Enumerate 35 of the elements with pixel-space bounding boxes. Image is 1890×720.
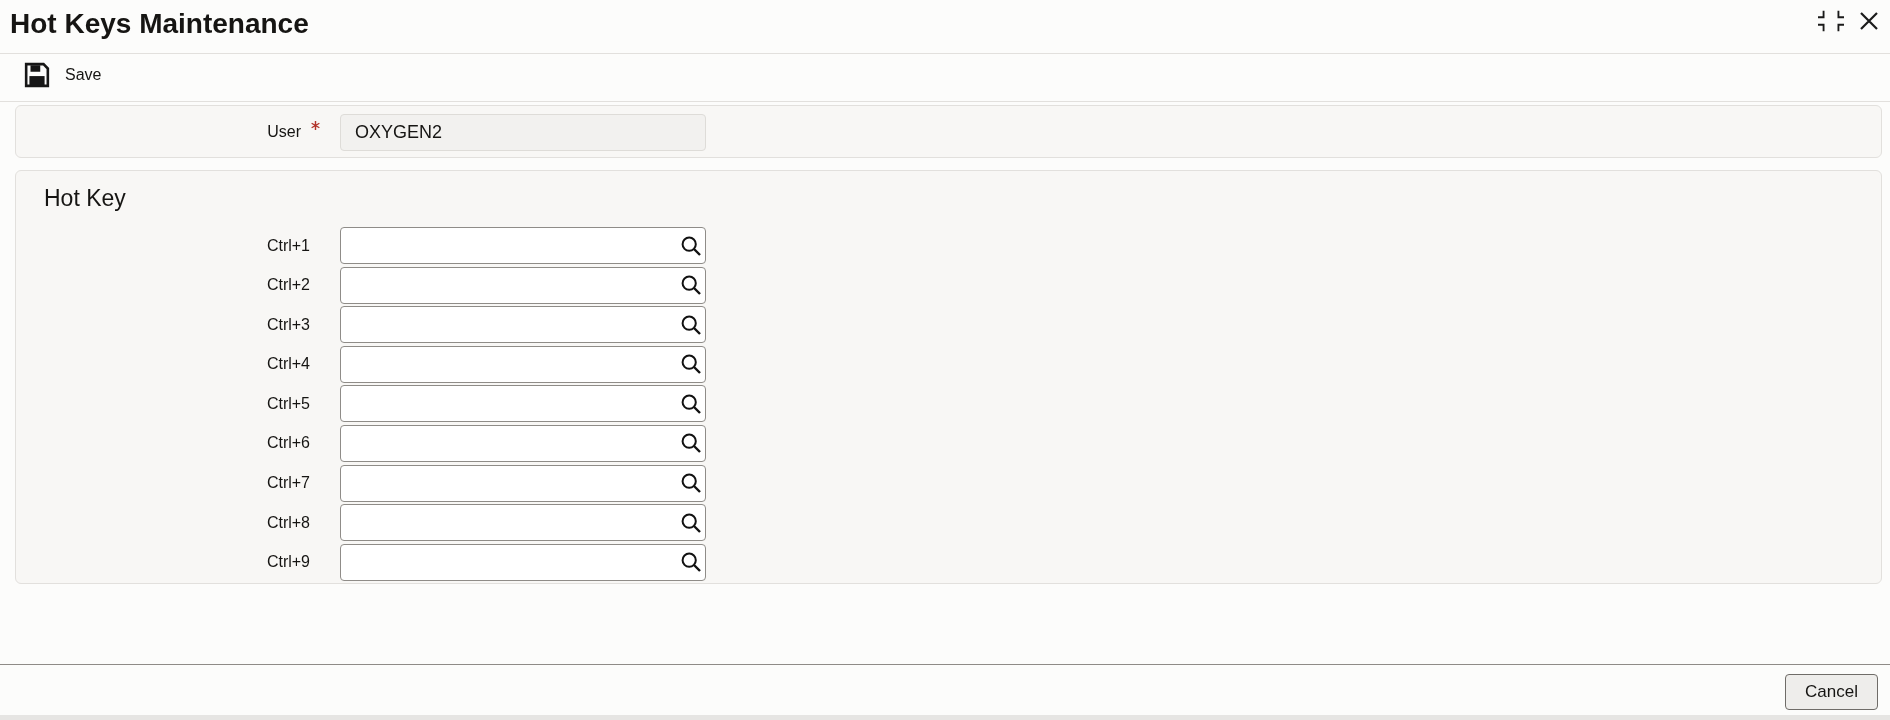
hot-key-label: Ctrl+3: [266, 315, 310, 334]
lookup-field[interactable]: [340, 464, 706, 502]
lookup-field[interactable]: [340, 345, 706, 383]
lookup-field[interactable]: [340, 424, 706, 462]
search-icon[interactable]: [681, 512, 701, 533]
user-label: User: [267, 122, 301, 141]
lookup-field[interactable]: [340, 227, 706, 264]
lookup-field[interactable]: [340, 266, 706, 304]
search-icon[interactable]: [681, 354, 701, 375]
cancel-button[interactable]: Cancel: [1785, 673, 1878, 710]
collapse-icon[interactable]: [1818, 9, 1844, 32]
search-icon[interactable]: [681, 314, 701, 335]
search-icon[interactable]: [681, 433, 701, 454]
hot-key-label: Ctrl+5: [266, 394, 310, 413]
user-field[interactable]: OXYGEN2: [340, 114, 706, 151]
search-icon[interactable]: [681, 473, 701, 494]
save-button[interactable]: Save: [24, 61, 102, 88]
hot-key-label: Ctrl+1: [266, 236, 310, 255]
hot-key-label: Ctrl+6: [266, 434, 310, 453]
hot-key-label: Ctrl+4: [266, 355, 310, 374]
lookup-field[interactable]: [340, 385, 706, 423]
lookup-field[interactable]: [340, 543, 706, 581]
section-heading: Hot Key: [44, 184, 126, 212]
hot-key-label: Ctrl+7: [266, 474, 310, 493]
lookup-field[interactable]: [340, 504, 706, 542]
search-icon[interactable]: [681, 275, 701, 296]
search-icon[interactable]: [681, 393, 701, 414]
window-title: Hot Keys Maintenance: [10, 6, 309, 41]
hot-key-label: Ctrl+8: [266, 513, 310, 532]
hot-key-label: Ctrl+2: [266, 276, 310, 295]
lookup-field[interactable]: [340, 306, 706, 344]
search-icon[interactable]: [681, 552, 701, 573]
search-icon[interactable]: [681, 235, 701, 256]
close-icon[interactable]: [1860, 11, 1878, 30]
hot-key-label: Ctrl+9: [266, 553, 310, 572]
